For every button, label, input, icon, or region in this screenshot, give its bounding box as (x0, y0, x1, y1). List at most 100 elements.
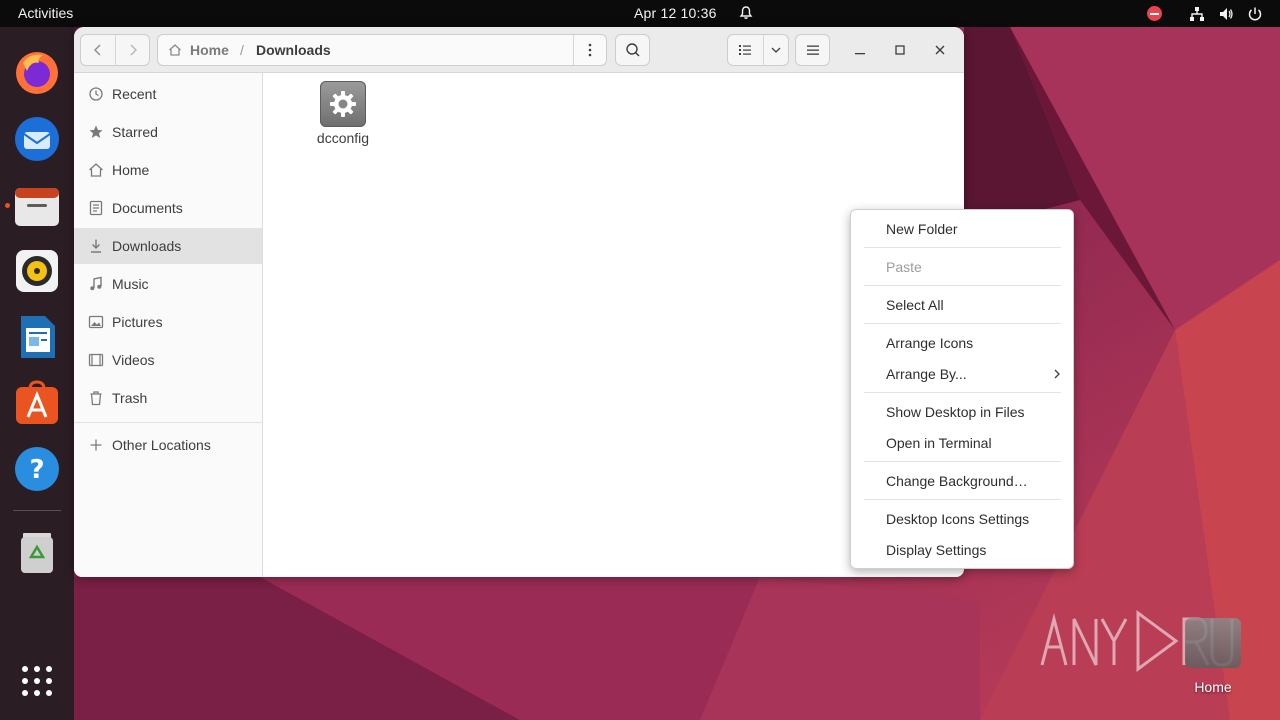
back-arrow-icon[interactable] (91, 43, 105, 57)
view-divider (763, 35, 764, 65)
menu-separator (864, 392, 1061, 393)
nav-button-group (80, 34, 150, 66)
sidebar-item-home[interactable]: Home (74, 152, 262, 188)
power-icon[interactable] (1247, 6, 1263, 22)
menu-item-open-in-terminal[interactable]: Open in Terminal (886, 435, 992, 451)
dock: ? (0, 27, 74, 720)
view-toggle-group (727, 34, 789, 66)
nav-divider (115, 35, 116, 65)
sidebar-item-pictures[interactable]: Pictures (74, 304, 262, 340)
desktop-context-menu: New Folder Paste Select All Arrange Icon… (850, 209, 1074, 569)
sidebar: Recent Starred Home Documents Downloads … (74, 73, 263, 577)
menu-item-paste: Paste (886, 259, 922, 275)
libreoffice-writer-icon[interactable] (13, 313, 61, 361)
svg-text:?: ? (29, 455, 44, 485)
sidebar-item-label: Trash (112, 390, 148, 406)
volume-icon[interactable] (1218, 6, 1234, 22)
menu-separator (864, 461, 1061, 462)
show-apps-icon[interactable] (13, 657, 61, 705)
firefox-icon[interactable] (13, 49, 61, 97)
sidebar-item-label: Other Locations (112, 437, 211, 453)
close-button[interactable] (930, 40, 950, 60)
dock-separator (13, 510, 61, 511)
breadcrumb-home[interactable]: Home (190, 42, 229, 58)
app-center-icon[interactable] (13, 379, 61, 427)
vertical-dots-icon (588, 43, 592, 57)
menu-item-desktop-icons-settings[interactable]: Desktop Icons Settings (886, 511, 1029, 527)
network-icon[interactable] (1189, 6, 1205, 22)
sidebar-item-label: Music (112, 276, 149, 292)
menu-separator (864, 323, 1061, 324)
minimize-icon (855, 53, 865, 55)
sidebar-item-label: Recent (112, 86, 157, 102)
document-icon (89, 200, 103, 216)
executable-gear-icon (320, 81, 366, 127)
sidebar-item-videos[interactable]: Videos (74, 342, 262, 378)
menu-item-show-desktop-in-files[interactable]: Show Desktop in Files (886, 404, 1025, 420)
clock-icon (89, 87, 103, 101)
search-icon (625, 43, 639, 57)
menu-item-select-all[interactable]: Select All (886, 297, 944, 313)
home-icon (89, 163, 103, 177)
menu-item-arrange-icons[interactable]: Arrange Icons (886, 335, 973, 351)
rhythmbox-icon[interactable] (13, 247, 61, 295)
search-button[interactable] (615, 34, 650, 66)
hamburger-menu-icon (806, 45, 819, 55)
sidebar-item-downloads[interactable]: Downloads (74, 228, 262, 264)
sidebar-item-starred[interactable]: Starred (74, 114, 262, 150)
sidebar-item-recent[interactable]: Recent (74, 76, 262, 112)
help-icon[interactable]: ? (13, 445, 61, 493)
sidebar-item-documents[interactable]: Documents (74, 190, 262, 226)
maximize-button[interactable] (890, 40, 910, 60)
chevron-down-icon[interactable] (770, 44, 782, 56)
sidebar-item-trash[interactable]: Trash (74, 380, 262, 416)
forward-arrow-icon[interactable] (126, 43, 140, 57)
menu-item-change-background[interactable]: Change Background… (886, 473, 1028, 489)
files-icon[interactable] (13, 182, 61, 230)
header-bar: Home / Downloads (74, 27, 964, 73)
do-not-disturb-icon[interactable] (1147, 6, 1162, 21)
file-name: dcconfig (316, 130, 370, 146)
chevron-right-icon (1054, 369, 1060, 379)
sidebar-item-other-locations[interactable]: Other Locations (74, 427, 262, 463)
minimize-button[interactable] (850, 40, 870, 60)
close-icon (935, 45, 945, 55)
menu-item-display-settings[interactable]: Display Settings (886, 542, 986, 558)
path-bar: Home / Downloads (157, 34, 607, 66)
sidebar-item-label: Pictures (112, 314, 163, 330)
notification-bell-icon[interactable] (738, 5, 754, 21)
music-icon (90, 276, 102, 291)
gear-icon (330, 91, 356, 117)
running-indicator (5, 203, 10, 208)
desktop-home-icon[interactable]: Home (1180, 618, 1246, 695)
sidebar-item-music[interactable]: Music (74, 266, 262, 302)
sidebar-item-label: Videos (112, 352, 155, 368)
thunderbird-icon[interactable] (13, 115, 61, 163)
trash-icon (90, 391, 102, 406)
menu-item-new-folder[interactable]: New Folder (886, 221, 958, 237)
menu-separator (864, 285, 1061, 286)
sidebar-divider (74, 422, 262, 423)
menu-item-arrange-by[interactable]: Arrange By... (886, 366, 967, 382)
main-menu-button[interactable] (795, 34, 830, 66)
star-icon (89, 125, 103, 138)
sidebar-item-label: Documents (112, 200, 183, 216)
maximize-icon (895, 45, 905, 55)
list-view-icon[interactable] (738, 43, 752, 57)
menu-separator (864, 499, 1061, 500)
menu-separator (864, 247, 1061, 248)
download-icon (91, 239, 101, 253)
sidebar-item-label: Starred (112, 124, 158, 140)
top-bar: Activities Apr 12 10:36 (0, 0, 1280, 27)
breadcrumb-separator: / (240, 42, 244, 58)
file-item[interactable]: dcconfig (303, 81, 383, 146)
path-menu-button[interactable] (573, 35, 606, 65)
video-icon (88, 353, 104, 367)
activities-button[interactable]: Activities (18, 5, 73, 21)
trash-icon[interactable] (13, 527, 61, 575)
home-icon (169, 44, 181, 56)
clock[interactable]: Apr 12 10:36 (634, 5, 717, 21)
sidebar-item-label: Downloads (112, 238, 182, 254)
breadcrumb-current[interactable]: Downloads (256, 42, 331, 58)
plus-icon (90, 439, 102, 451)
